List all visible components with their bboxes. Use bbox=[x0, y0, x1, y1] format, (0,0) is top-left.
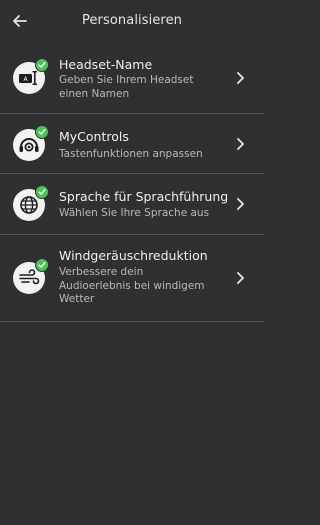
item-subtitle: Wählen Sie Ihre Sprache aus bbox=[59, 207, 210, 219]
item-subtitle: Geben Sie Ihrem Headset einen Namen bbox=[59, 74, 194, 100]
headset-name-icon-wrap: A bbox=[13, 58, 49, 94]
item-title: Windgeräuschreduktion bbox=[59, 248, 208, 263]
item-title: Sprache für Sprachführung bbox=[59, 189, 229, 204]
list-item-wind-noise-reduction[interactable]: Windgeräuschreduktion Verbessere dein Au… bbox=[0, 235, 264, 322]
chevron-right-icon bbox=[237, 138, 244, 150]
chevron-right-icon bbox=[237, 272, 244, 284]
list-item-headset-name[interactable]: A Headset-Name Geben Sie Ihrem Headset e… bbox=[0, 42, 264, 114]
chevron-right-icon bbox=[237, 72, 244, 84]
header-bar: Personalisieren bbox=[0, 0, 264, 42]
page-title: Personalisieren bbox=[81, 13, 183, 28]
personalize-screen: Personalisieren A Headset-Name Geben Sie… bbox=[0, 0, 264, 525]
list-item-language[interactable]: Sprache für Sprachführung Wählen Sie Ihr… bbox=[0, 174, 264, 235]
globe-icon-wrap bbox=[13, 185, 49, 221]
check-badge-icon bbox=[35, 58, 49, 72]
item-title: MyControls bbox=[59, 129, 129, 144]
item-title: Headset-Name bbox=[59, 57, 153, 72]
chevron-right-icon bbox=[237, 198, 244, 210]
controls-gear-icon-wrap bbox=[13, 125, 49, 161]
item-subtitle: Tastenfunktionen anpassen bbox=[59, 148, 203, 160]
check-badge-icon bbox=[35, 125, 49, 139]
item-subtitle: Verbessere dein Audioerlebnis bei windig… bbox=[59, 266, 205, 305]
check-badge-icon bbox=[35, 185, 49, 199]
check-badge-icon bbox=[35, 258, 49, 272]
wind-icon-wrap bbox=[13, 258, 49, 294]
list-item-mycontrols[interactable]: MyControls Tastenfunktionen anpassen bbox=[0, 114, 264, 174]
